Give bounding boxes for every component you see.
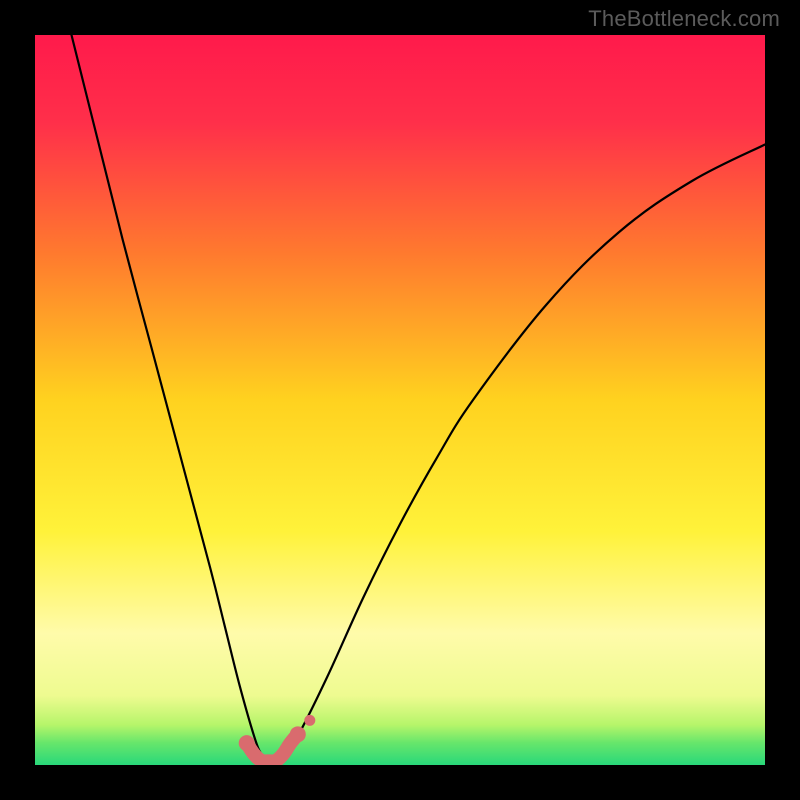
chart-frame: TheBottleneck.com xyxy=(0,0,800,800)
highlight-dot xyxy=(239,735,255,751)
watermark-text: TheBottleneck.com xyxy=(588,6,780,32)
highlight-dot xyxy=(290,726,306,742)
plot-area xyxy=(35,35,765,765)
highlight-dot xyxy=(304,715,315,726)
curve-layer xyxy=(35,35,765,765)
bottleneck-curve xyxy=(72,35,766,762)
